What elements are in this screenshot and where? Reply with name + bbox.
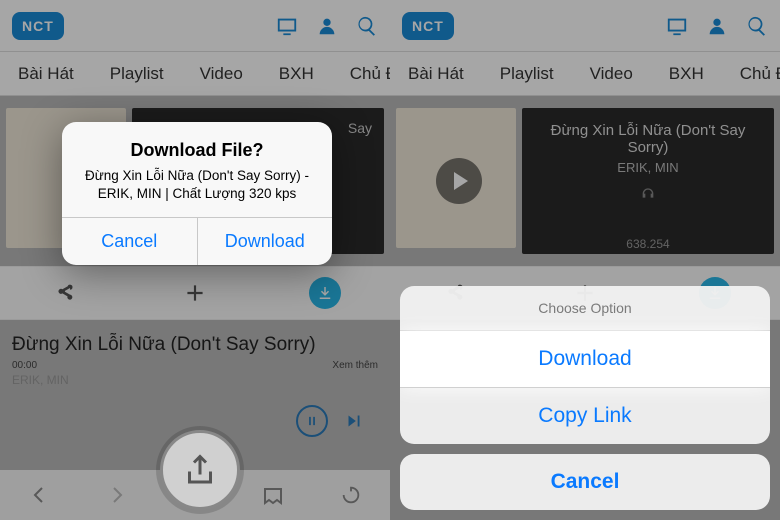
alert-download-button[interactable]: Download [198,218,333,265]
alert-title: Download File? [78,140,316,161]
action-sheet: Choose Option Download Copy Link Cancel [400,286,770,520]
download-alert: Download File? Đừng Xin Lỗi Nữa (Don't S… [62,122,332,265]
alert-cancel-button[interactable]: Cancel [62,218,198,265]
sheet-option-download[interactable]: Download [400,331,770,388]
alert-message: Đừng Xin Lỗi Nữa (Don't Say Sorry) - ERI… [78,167,316,203]
sheet-title: Choose Option [400,286,770,331]
sheet-cancel-button[interactable]: Cancel [400,454,770,510]
sheet-option-copylink[interactable]: Copy Link [400,388,770,444]
share-button-highlight[interactable] [160,430,240,510]
